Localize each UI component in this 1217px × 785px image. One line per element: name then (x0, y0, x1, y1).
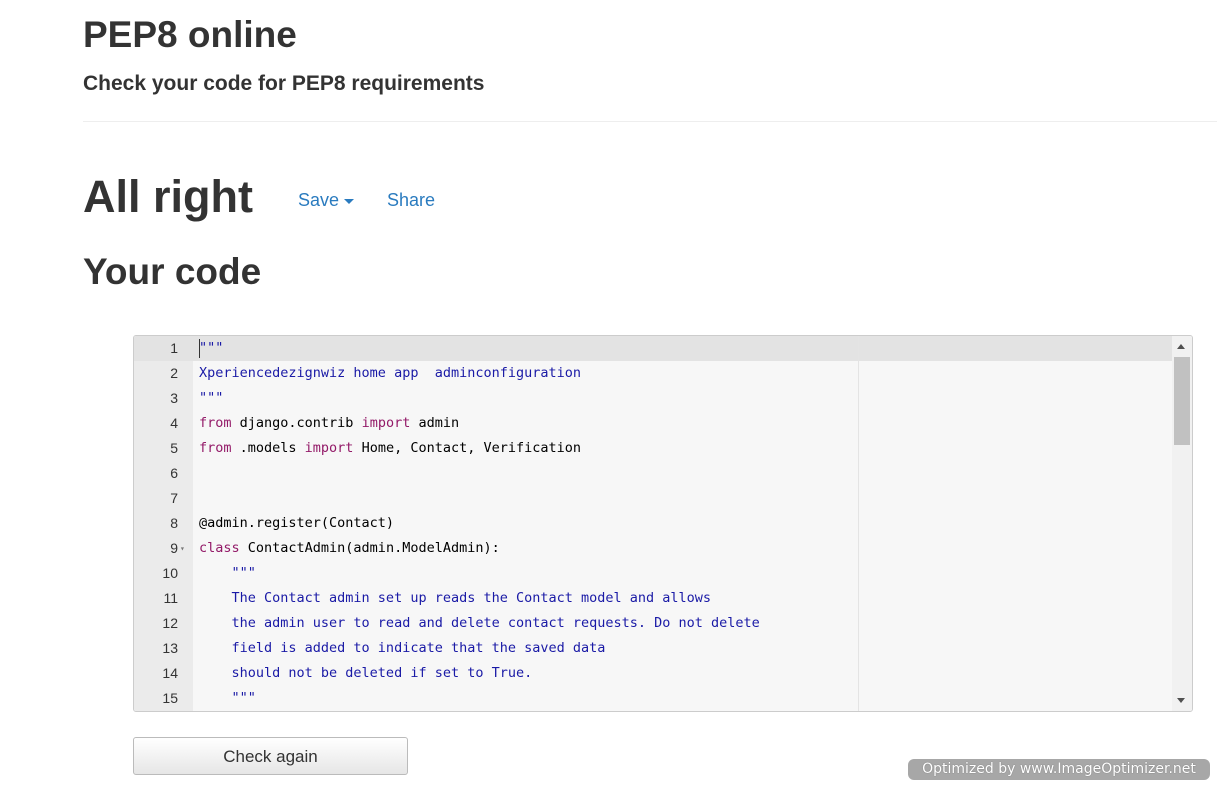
code-line[interactable]: 9 ▾ class ContactAdmin(admin.ModelAdmin): (134, 536, 1172, 561)
code-line[interactable]: 1 """ (134, 336, 1172, 361)
code-line[interactable]: 10 """ (134, 561, 1172, 586)
code-line[interactable]: 11 The Contact admin set up reads the Co… (134, 586, 1172, 611)
line-number: 10 (162, 565, 178, 581)
scroll-up-arrow-icon[interactable] (1177, 344, 1185, 349)
code-line[interactable]: 8 @admin.register(Contact) (134, 511, 1172, 536)
line-number: 12 (162, 615, 178, 631)
share-link[interactable]: Share (387, 187, 435, 213)
header-divider (83, 121, 1217, 122)
line-number: 13 (162, 640, 178, 656)
line-number: 14 (162, 665, 178, 681)
save-dropdown-link[interactable]: Save (298, 187, 355, 213)
line-number: 11 (163, 590, 178, 606)
code-token: import (304, 440, 354, 456)
code-token: field is added to indicate that the save… (199, 640, 606, 656)
code-text: """ (199, 386, 223, 411)
code-text: from django.contrib import admin (199, 411, 459, 436)
code-line[interactable]: 13 field is added to indicate that the s… (134, 636, 1172, 661)
code-text: """ (199, 336, 223, 361)
code-token: admin (410, 415, 460, 431)
code-text: Xperiencedezignwiz home app adminconfigu… (199, 361, 581, 386)
site-subtitle: Check your code for PEP8 requirements (83, 72, 485, 95)
code-line[interactable]: 5 from .models import Home, Contact, Veri… (134, 436, 1172, 461)
code-text: """ (199, 561, 256, 586)
site-title: PEP8 online (83, 14, 297, 55)
code-text: the admin user to read and delete contac… (199, 611, 760, 636)
line-number: 1 (170, 340, 178, 356)
code-text: @admin.register(Contact) (199, 511, 394, 536)
scroll-down-arrow-icon[interactable] (1177, 698, 1185, 703)
fold-toggle-icon[interactable]: ▾ (180, 536, 185, 561)
code-token: """ (199, 690, 256, 706)
watermark-badge: Optimized by www.ImageOptimizer.net (908, 759, 1210, 780)
save-label: Save (298, 190, 340, 210)
code-line[interactable]: 12 the admin user to read and delete con… (134, 611, 1172, 636)
scroll-thumb[interactable] (1174, 357, 1190, 445)
code-token: from (199, 440, 232, 456)
code-token: should not be deleted if set to True. (199, 665, 533, 681)
code-text: should not be deleted if set to True. (199, 661, 533, 686)
code-line[interactable]: 4 from django.contrib import admin (134, 411, 1172, 436)
line-number: 15 (162, 690, 178, 706)
code-editor[interactable]: 1 """ 2 Xperiencedezignwiz home app adminco… (133, 335, 1193, 712)
code-text: field is added to indicate that the save… (199, 636, 606, 661)
caret-down-icon (344, 198, 355, 204)
line-number: 8 (170, 515, 178, 531)
code-text: The Contact admin set up reads the Conta… (199, 586, 712, 611)
code-token: import (361, 415, 411, 431)
code-lines[interactable]: 1 """ 2 Xperiencedezignwiz home app adminco… (134, 336, 1172, 711)
code-token: """ (199, 390, 224, 406)
code-text: class ContactAdmin(admin.ModelAdmin): (199, 536, 500, 561)
code-token: Home, Contact, Verification (353, 440, 582, 456)
code-line[interactable]: 15 """ (134, 686, 1172, 711)
text-cursor (199, 339, 200, 358)
code-line[interactable]: 7 (134, 486, 1172, 511)
code-token: ContactAdmin(admin.ModelAdmin): (239, 540, 500, 556)
line-number: 2 (170, 365, 178, 381)
code-line[interactable]: 3 """ (134, 386, 1172, 411)
code-token: @admin.register(Contact) (199, 515, 395, 531)
code-text: from .models import Home, Contact, Verif… (199, 436, 581, 461)
code-text: """ (199, 686, 256, 711)
line-number: 4 (170, 415, 178, 431)
line-number: 7 (170, 490, 178, 506)
code-token: django.contrib (231, 415, 362, 431)
line-number: 3 (170, 390, 178, 406)
code-token: from (199, 415, 232, 431)
code-token: The Contact admin set up reads the Conta… (199, 590, 712, 606)
code-token: Xperiencedezignwiz home app adminconfigu… (199, 365, 582, 381)
line-number: 5 (170, 440, 178, 456)
result-title: All right (83, 171, 253, 222)
code-line[interactable]: 14 should not be deleted if set to True. (134, 661, 1172, 686)
code-token: .models (231, 440, 305, 456)
editor-scrollbar[interactable] (1172, 336, 1192, 711)
code-token: """ (199, 565, 256, 581)
check-again-button[interactable]: Check again (133, 737, 408, 775)
line-number: 6 (170, 465, 178, 481)
code-line[interactable]: 2 Xperiencedezignwiz home app adminconfig… (134, 361, 1172, 386)
code-section-title: Your code (83, 251, 262, 292)
code-token: class (199, 540, 240, 556)
code-line[interactable]: 6 (134, 461, 1172, 486)
code-token: the admin user to read and delete contac… (199, 615, 760, 631)
line-number: 9 (170, 540, 178, 556)
code-token: """ (199, 340, 224, 356)
